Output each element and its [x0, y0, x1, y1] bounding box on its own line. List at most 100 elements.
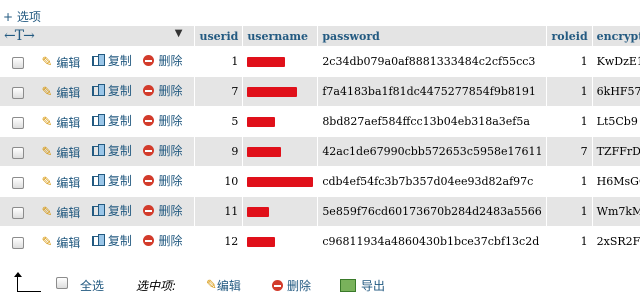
- cell-userid[interactable]: 11: [195, 197, 244, 227]
- delete-icon: [143, 115, 155, 127]
- delete-icon: [143, 235, 155, 247]
- row-checkbox[interactable]: [12, 117, 24, 130]
- cell-userid[interactable]: 9: [195, 137, 244, 167]
- redacted-username: [247, 57, 286, 67]
- edit-button[interactable]: ✎ 编辑: [42, 174, 81, 191]
- cell-password[interactable]: 42ac1de67990cbb572653c5958e17611: [318, 137, 548, 167]
- cell-password[interactable]: f7a4183ba1f81dc4475277854f9b8191: [318, 77, 548, 107]
- export-button[interactable]: 导出: [340, 277, 385, 294]
- table-row: ✎ 编辑 复制 删除 5 8bd827aef584ffcc13b04eb318a…: [0, 107, 640, 137]
- delete-icon: [272, 280, 283, 291]
- delete-icon: [143, 205, 155, 217]
- row-checkbox[interactable]: [12, 147, 24, 160]
- row-checkbox[interactable]: [12, 237, 24, 250]
- bulk-delete-button[interactable]: 删除: [272, 277, 311, 294]
- row-actions: ✎ 编辑 复制 删除: [0, 137, 196, 167]
- cell-roleid[interactable]: 1: [547, 107, 593, 137]
- export-icon: [340, 279, 356, 292]
- cell-roleid[interactable]: 1: [547, 77, 593, 107]
- nav-header: ←T→ ▼: [0, 26, 196, 47]
- column-encrypt[interactable]: encrypt: [592, 26, 640, 47]
- row-actions: ✎ 编辑 复制 删除: [0, 167, 196, 197]
- delete-icon: [143, 55, 155, 67]
- copy-button[interactable]: 复制: [91, 112, 132, 129]
- cell-roleid[interactable]: 7: [547, 137, 593, 167]
- row-checkbox[interactable]: [12, 57, 24, 70]
- column-nav-arrows[interactable]: ←T→: [4, 28, 35, 44]
- delete-icon: [143, 175, 155, 187]
- copy-button[interactable]: 复制: [91, 172, 132, 189]
- table-row: ✎ 编辑 复制 删除 12 c96811934a4860430b1bce37cb…: [0, 227, 640, 257]
- chevron-down-icon[interactable]: ▼: [175, 28, 183, 39]
- delete-button[interactable]: 删除: [143, 52, 182, 69]
- cell-roleid[interactable]: 1: [547, 47, 593, 77]
- cell-username[interactable]: [243, 167, 319, 197]
- edit-button[interactable]: ✎ 编辑: [42, 84, 81, 101]
- edit-button[interactable]: ✎ 编辑: [42, 144, 81, 161]
- copy-button[interactable]: 复制: [91, 142, 132, 159]
- delete-button[interactable]: 删除: [143, 82, 182, 99]
- copy-icon: [91, 174, 105, 187]
- cell-encrypt[interactable]: H6MsGQ: [592, 167, 640, 197]
- select-all-checkbox[interactable]: [56, 277, 68, 289]
- pencil-icon: ✎: [41, 205, 53, 221]
- delete-button[interactable]: 删除: [143, 232, 182, 249]
- cell-encrypt[interactable]: Lt5Cb9: [592, 107, 640, 137]
- delete-button[interactable]: 删除: [143, 142, 182, 159]
- row-actions: ✎ 编辑 复制 删除: [0, 227, 196, 257]
- cell-username[interactable]: [243, 137, 319, 167]
- table-row: ✎ 编辑 复制 删除 11 5e859f76cd60173670b284d248…: [0, 197, 640, 227]
- cell-encrypt[interactable]: TZFFrD: [592, 137, 640, 167]
- cell-userid[interactable]: 7: [195, 77, 244, 107]
- copy-button[interactable]: 复制: [91, 82, 132, 99]
- pencil-icon: ✎: [41, 145, 53, 161]
- cell-encrypt[interactable]: KwDzE1: [592, 47, 640, 77]
- copy-button[interactable]: 复制: [91, 202, 132, 219]
- delete-button[interactable]: 删除: [143, 202, 182, 219]
- cell-userid[interactable]: 1: [195, 47, 244, 77]
- cell-username[interactable]: [243, 197, 319, 227]
- cell-password[interactable]: 2c34db079a0af8881333484c2cf55cc3: [318, 47, 548, 77]
- column-password[interactable]: password: [318, 26, 548, 47]
- select-all-link[interactable]: 全选: [80, 277, 104, 294]
- column-roleid[interactable]: roleid: [547, 26, 593, 47]
- column-userid[interactable]: userid: [195, 26, 244, 47]
- delete-button[interactable]: 删除: [143, 172, 182, 189]
- cell-password[interactable]: 8bd827aef584ffcc13b04eb318a3ef5a: [318, 107, 548, 137]
- cell-encrypt[interactable]: 6kHF57: [592, 77, 640, 107]
- cell-userid[interactable]: 10: [195, 167, 244, 197]
- edit-button[interactable]: ✎ 编辑: [42, 114, 81, 131]
- cell-encrypt[interactable]: 2xSR2F: [592, 227, 640, 257]
- cell-username[interactable]: [243, 227, 319, 257]
- copy-icon: [91, 144, 105, 157]
- column-username[interactable]: username: [243, 26, 319, 47]
- cell-username[interactable]: [243, 47, 319, 77]
- edit-button[interactable]: ✎ 编辑: [42, 234, 81, 251]
- edit-button[interactable]: ✎ 编辑: [42, 204, 81, 221]
- cell-roleid[interactable]: 1: [547, 227, 593, 257]
- cell-userid[interactable]: 5: [195, 107, 244, 137]
- copy-button[interactable]: 复制: [91, 232, 132, 249]
- options-label[interactable]: + 选项: [3, 10, 41, 24]
- table-row: ✎ 编辑 复制 删除 9 42ac1de67990cbb572653c5958e…: [0, 137, 640, 167]
- cell-encrypt[interactable]: Wm7kMG: [592, 197, 640, 227]
- row-checkbox[interactable]: [12, 87, 24, 100]
- row-checkbox[interactable]: [12, 177, 24, 190]
- redacted-username: [247, 177, 314, 187]
- row-actions: ✎ 编辑 复制 删除: [0, 197, 196, 227]
- cell-username[interactable]: [243, 107, 319, 137]
- edit-button[interactable]: ✎ 编辑: [42, 54, 81, 71]
- delete-icon: [143, 145, 155, 157]
- cell-password[interactable]: c96811934a4860430b1bce37cbf13c2d: [318, 227, 548, 257]
- cell-username[interactable]: [243, 77, 319, 107]
- cell-password[interactable]: 5e859f76cd60173670b284d2483a5566: [318, 197, 548, 227]
- delete-button[interactable]: 删除: [143, 112, 182, 129]
- options-toggle[interactable]: + 选项: [3, 8, 41, 25]
- cell-password[interactable]: cdb4ef54fc3b7b357d04ee93d82af97c: [318, 167, 548, 197]
- bulk-edit-button[interactable]: ✎ 编辑: [206, 277, 241, 294]
- cell-userid[interactable]: 12: [195, 227, 244, 257]
- cell-roleid[interactable]: 1: [547, 197, 593, 227]
- row-checkbox[interactable]: [12, 207, 24, 220]
- copy-button[interactable]: 复制: [91, 52, 132, 69]
- cell-roleid[interactable]: 1: [547, 167, 593, 197]
